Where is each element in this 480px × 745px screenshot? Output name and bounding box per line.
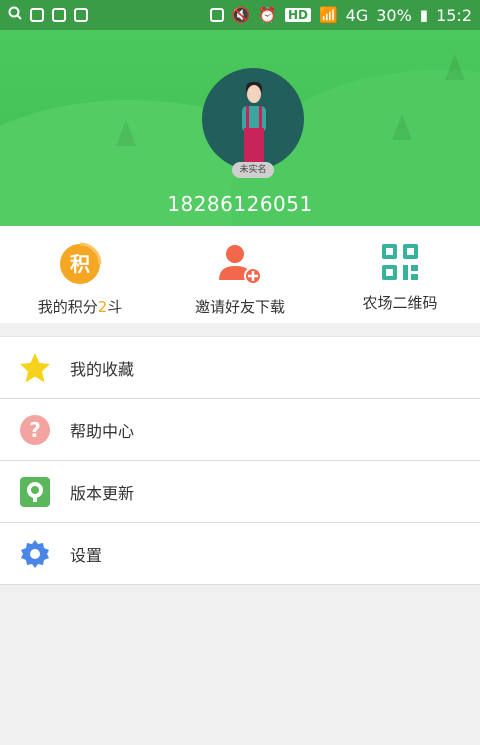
menu-item-label: 我的收藏 (70, 359, 135, 379)
star-icon (18, 351, 52, 385)
update-icon (18, 475, 52, 509)
menu-item-favorites[interactable]: 我的收藏 (0, 337, 480, 399)
add-user-icon (219, 245, 262, 285)
points-action[interactable]: 积 我的积分2斗 (0, 226, 160, 323)
invite-label: 邀请好友下载 (194, 298, 285, 316)
clock: 15:2 (436, 5, 472, 25)
profile-header: 未实名 18286126051 (0, 30, 480, 226)
verification-badge: 未实名 (232, 162, 274, 178)
app-icon-2 (74, 8, 88, 22)
farm-qrcode-action[interactable]: 农场二维码 (320, 226, 480, 323)
status-bar: 🔇 ⏰ HD 📶 4G 30% ▮ 15:2 (0, 0, 480, 30)
alarm-icon: ⏰ (258, 6, 277, 24)
phone-number: 18286126051 (167, 192, 313, 216)
tree-decoration (392, 114, 412, 140)
battery-level: 30% (376, 5, 412, 25)
invite-friends-action[interactable]: 邀请好友下载 (160, 226, 320, 323)
search-icon (8, 6, 22, 24)
qrcode-label: 农场二维码 (362, 294, 438, 312)
network-type: 4G (345, 5, 369, 25)
gear-icon (18, 537, 52, 571)
image-icon (30, 8, 44, 22)
qr-code-icon (382, 244, 418, 280)
avatar[interactable] (202, 68, 304, 170)
menu-list: 我的收藏 ? 帮助中心 版本更新 设置 (0, 336, 480, 585)
points-icon: 积 (60, 242, 102, 284)
menu-item-help[interactable]: ? 帮助中心 (0, 399, 480, 461)
menu-item-label: 帮助中心 (70, 421, 135, 441)
quick-actions: 积 我的积分2斗 邀请好友下载 农场二维码 (0, 226, 480, 323)
question-icon: ? (18, 413, 52, 447)
tree-decoration (445, 54, 465, 80)
hd-badge: HD (284, 8, 311, 22)
menu-item-label: 版本更新 (70, 483, 135, 503)
menu-item-label: 设置 (70, 545, 103, 565)
menu-item-update[interactable]: 版本更新 (0, 461, 480, 523)
mute-icon: 🔇 (231, 6, 251, 24)
svg-text:?: ? (29, 418, 41, 442)
wifi-icon: 📶 (318, 6, 338, 24)
points-label: 我的积分2斗 (37, 298, 123, 316)
svg-text:积: 积 (70, 252, 90, 276)
app-icon (52, 8, 66, 22)
menu-item-settings[interactable]: 设置 (0, 523, 480, 585)
nfc-icon (209, 8, 224, 22)
tree-decoration (116, 120, 136, 146)
battery-icon: ▮ (419, 6, 429, 24)
